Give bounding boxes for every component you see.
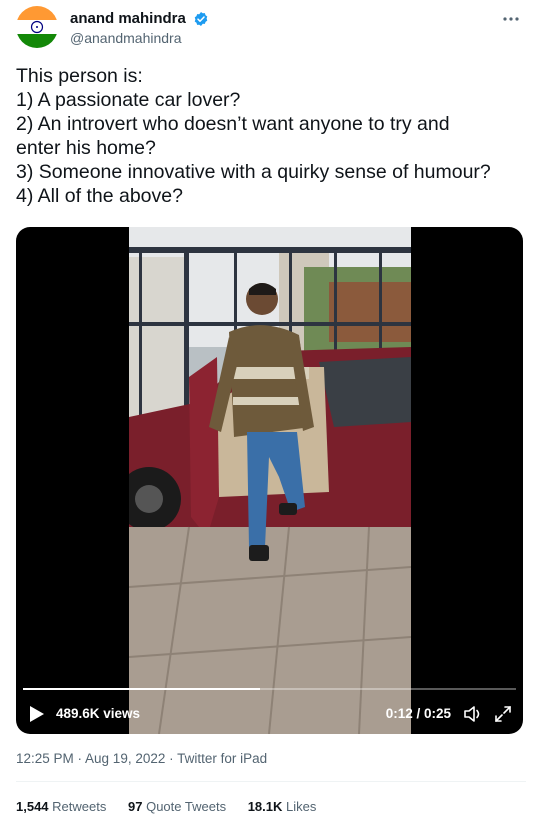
video-views: 489.6K views xyxy=(56,706,141,721)
author-display-name[interactable]: anand mahindra xyxy=(70,9,186,29)
tweet-text: This person is: 1) A passionate car love… xyxy=(16,64,526,208)
volume-icon[interactable] xyxy=(463,704,483,724)
retweets-count: 1,544 xyxy=(16,799,49,814)
author-handle[interactable]: @anandmahindra xyxy=(70,29,209,47)
tweet-stats: 1,544 Retweets 97 Quote Tweets 18.1K Lik… xyxy=(16,799,334,814)
play-icon[interactable] xyxy=(29,705,45,723)
author-names: anand mahindra @anandmahindra xyxy=(70,9,209,47)
video-progress-fill xyxy=(23,688,260,690)
tweet-line: 3) Someone innovative with a quirky sens… xyxy=(16,161,491,183)
retweets-label: Retweets xyxy=(52,799,107,814)
retweets-stat[interactable]: 1,544 Retweets xyxy=(16,799,106,814)
fullscreen-icon[interactable] xyxy=(493,704,513,724)
more-horizontal-icon[interactable] xyxy=(502,10,520,28)
likes-label: Likes xyxy=(286,799,317,814)
quote-tweets-stat[interactable]: 97 Quote Tweets xyxy=(128,799,226,814)
quote-tweets-label: Quote Tweets xyxy=(146,799,227,814)
likes-stat[interactable]: 18.1K Likes xyxy=(248,799,317,814)
likes-count: 18.1K xyxy=(247,799,283,814)
divider xyxy=(16,781,526,782)
tweet-header: anand mahindra @anandmahindra xyxy=(16,6,526,54)
tweet-line: 2) An introvert who doesn’t want anyone … xyxy=(16,113,450,135)
india-flag-icon xyxy=(16,6,58,48)
tweet-line: 4) All of the above? xyxy=(16,185,183,207)
verified-badge-icon xyxy=(193,11,209,27)
avatar[interactable] xyxy=(16,6,58,48)
tweet-timestamp[interactable]: 12:25 PM · Aug 19, 2022 · Twitter for iP… xyxy=(16,751,267,766)
tweet-line: This person is: xyxy=(16,65,143,87)
tweet-line: 1) A passionate car lover? xyxy=(16,89,241,111)
video-time: 0:12 / 0:25 xyxy=(385,706,451,721)
video-frame xyxy=(129,227,411,734)
tweet-line: enter his home? xyxy=(16,137,156,159)
quote-tweets-count: 97 xyxy=(128,799,143,814)
video-progress-bar[interactable] xyxy=(23,688,516,690)
video-player[interactable]: 489.6K views 0:12 / 0:25 xyxy=(16,227,523,734)
